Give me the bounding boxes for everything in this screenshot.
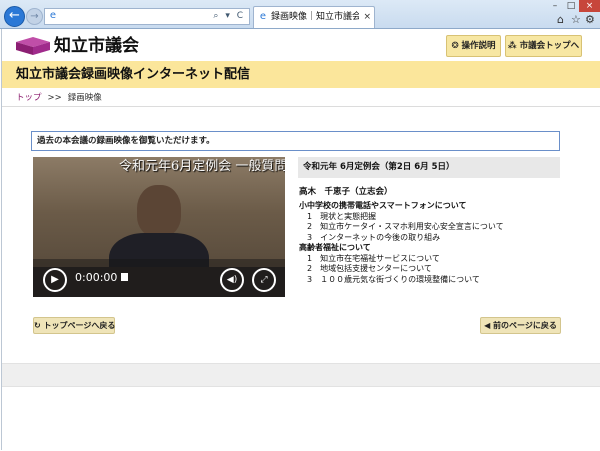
page-content: 知立市議会 ❂ 操作説明 ⁂ 市議会トップへ 知立市議会録画映像インターネット配… [1, 29, 600, 450]
operation-guide-label: 操作説明 [461, 41, 496, 51]
session-title: 令和元年 6月定例会（第2日 6月 5日） [303, 162, 455, 172]
triangle-left-icon: ◀ [484, 321, 494, 330]
footer-band [2, 363, 600, 387]
breadcrumb: トップ >> 録画映像 [16, 92, 102, 104]
divider [2, 106, 600, 107]
agenda-item[interactable]: 1 知立市在宅福祉サービスについて [299, 254, 561, 265]
address-bar[interactable]: e ⌕ ▾ C [44, 8, 250, 25]
tab-title: 録画映像｜知立市議会イン... [271, 12, 359, 22]
council-top-button[interactable]: ⁂ 市議会トップへ [505, 35, 582, 57]
gear-icon[interactable]: ⚙ [585, 14, 595, 26]
fullscreen-icon[interactable]: ⤢ [252, 268, 276, 292]
window-close-button[interactable]: × [579, 0, 600, 12]
browser-toolbar: ← → e ⌕ ▾ C e 録画映像｜知立市議会イン... × – □ × ⌂ … [0, 0, 600, 29]
site-title[interactable]: 知立市議会 [54, 35, 139, 57]
speaker-name: 高木 千恵子（立志会） [299, 187, 393, 197]
agenda-item[interactable]: 2 知立市ケータイ・スマホ利用安心安全宣言について [299, 222, 561, 233]
agenda-topic[interactable]: 高齢者福祉について [299, 243, 561, 254]
breadcrumb-home-link[interactable]: トップ [16, 93, 42, 103]
page-title: 知立市議会録画映像インターネット配信 [16, 67, 251, 82]
play-icon[interactable]: ▶ [43, 268, 67, 292]
back-to-top-button[interactable]: ↻ トップページへ戻る [33, 317, 115, 334]
previous-page-label: 前のページに戻る [493, 321, 557, 330]
address-tools[interactable]: ⌕ ▾ C [213, 10, 245, 23]
session-header: 令和元年 6月定例会（第2日 6月 5日） [298, 157, 560, 178]
star-icon[interactable]: ☆ [571, 14, 581, 26]
browser-tab[interactable]: e 録画映像｜知立市議会イン... × [253, 6, 375, 28]
forward-button[interactable]: → [26, 8, 43, 25]
minimize-button[interactable]: – [547, 0, 563, 12]
notice-box: 過去の本会議の録画映像を御覧いただけます。 [31, 131, 560, 151]
new-tab-button[interactable] [376, 10, 390, 24]
building-icon: ⁂ [507, 41, 520, 51]
home-icon[interactable]: ⌂ [557, 14, 564, 26]
notice-text: 過去の本会議の録画映像を御覧いただけます。 [37, 136, 215, 146]
video-caption: 令和元年6月定例会 一般質問 [119, 159, 285, 174]
speaker-figure [137, 185, 181, 237]
previous-page-button[interactable]: ◀ 前のページに戻る [480, 317, 561, 334]
council-top-label: 市議会トップへ [519, 41, 580, 51]
operation-guide-button[interactable]: ❂ 操作説明 [446, 35, 501, 57]
video-controls: ▶ 0:00:00 ◀) ⤢ [33, 259, 285, 297]
back-to-top-label: トップページへ戻る [43, 321, 116, 330]
title-banner: 知立市議会録画映像インターネット配信 [2, 61, 600, 88]
return-icon: ↻ [34, 321, 44, 330]
seek-handle[interactable] [121, 273, 128, 281]
volume-icon[interactable]: ◀) [220, 268, 244, 292]
back-button[interactable]: ← [4, 6, 25, 27]
agenda-item[interactable]: 1 現状と実態把握 [299, 212, 561, 223]
ie-icon: e [259, 11, 267, 22]
logo-icon [16, 37, 50, 55]
breadcrumb-current: 録画映像 [67, 93, 102, 103]
agenda-topic[interactable]: 小中学校の携帯電話やスマートフォンについて [299, 201, 561, 212]
agenda-item[interactable]: 3 １００歳元気な街づくりの環境整備について [299, 275, 561, 286]
maximize-button[interactable]: □ [563, 0, 579, 12]
agenda-list: 小中学校の携帯電話やスマートフォンについて 1 現状と実態把握 2 知立市ケータ… [299, 201, 561, 285]
info-icon: ❂ [451, 41, 462, 51]
agenda-item[interactable]: 3 インターネットの今後の取り組み [299, 233, 561, 244]
breadcrumb-separator: >> [47, 93, 62, 103]
agenda-item[interactable]: 2 地域包括支援センターについて [299, 264, 561, 275]
time-display: 0:00:00 [75, 271, 118, 284]
ie-icon: e [49, 10, 57, 21]
close-icon[interactable]: × [363, 11, 371, 23]
video-player[interactable]: 令和元年6月定例会 一般質問 ▶ 0:00:00 ◀) ⤢ [33, 157, 285, 297]
